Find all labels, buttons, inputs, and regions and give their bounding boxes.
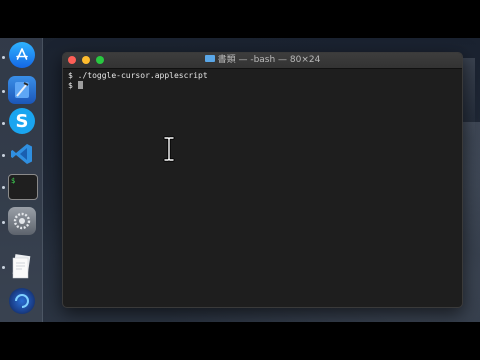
- title-bar[interactable]: 書類 — -bash — 80×24: [63, 53, 462, 69]
- ibeam-cursor-icon: [163, 136, 175, 162]
- terminal-line: $ ./toggle-cursor.applescript: [68, 71, 208, 80]
- dock: S $: [0, 38, 43, 322]
- running-indicator: [2, 122, 5, 125]
- terminal-prompt: $: [68, 81, 78, 90]
- running-indicator: [2, 56, 5, 59]
- running-indicator: [2, 221, 5, 224]
- mail-icon[interactable]: [9, 288, 35, 314]
- terminal-prompt-line: $: [68, 81, 457, 91]
- running-indicator: [2, 266, 5, 269]
- vscode-icon[interactable]: [8, 140, 36, 168]
- gear-icon[interactable]: [8, 207, 36, 235]
- running-indicator: [2, 90, 5, 93]
- running-indicator: [2, 154, 5, 157]
- running-indicator: [2, 186, 5, 189]
- terminal-content[interactable]: $ ./toggle-cursor.applescript $: [68, 71, 457, 307]
- terminal-icon[interactable]: $: [8, 174, 38, 200]
- text-cursor: [77, 81, 83, 89]
- xcode-icon[interactable]: [8, 76, 36, 104]
- desktop: S $ 書類 — -bash — 80×24 $ ./toggle-cursor…: [0, 38, 480, 322]
- preview-icon[interactable]: [8, 252, 36, 280]
- terminal-window[interactable]: 書類 — -bash — 80×24 $ ./toggle-cursor.app…: [62, 52, 463, 308]
- window-title: 書類 — -bash — 80×24: [217, 55, 321, 65]
- terminal-prompt-glyph: $: [11, 177, 16, 185]
- skype-letter: S: [15, 110, 29, 132]
- window-title-wrap: 書類 — -bash — 80×24: [63, 54, 462, 67]
- folder-icon: [204, 55, 215, 62]
- skype-icon[interactable]: S: [9, 108, 35, 134]
- app-store-icon[interactable]: [9, 42, 35, 68]
